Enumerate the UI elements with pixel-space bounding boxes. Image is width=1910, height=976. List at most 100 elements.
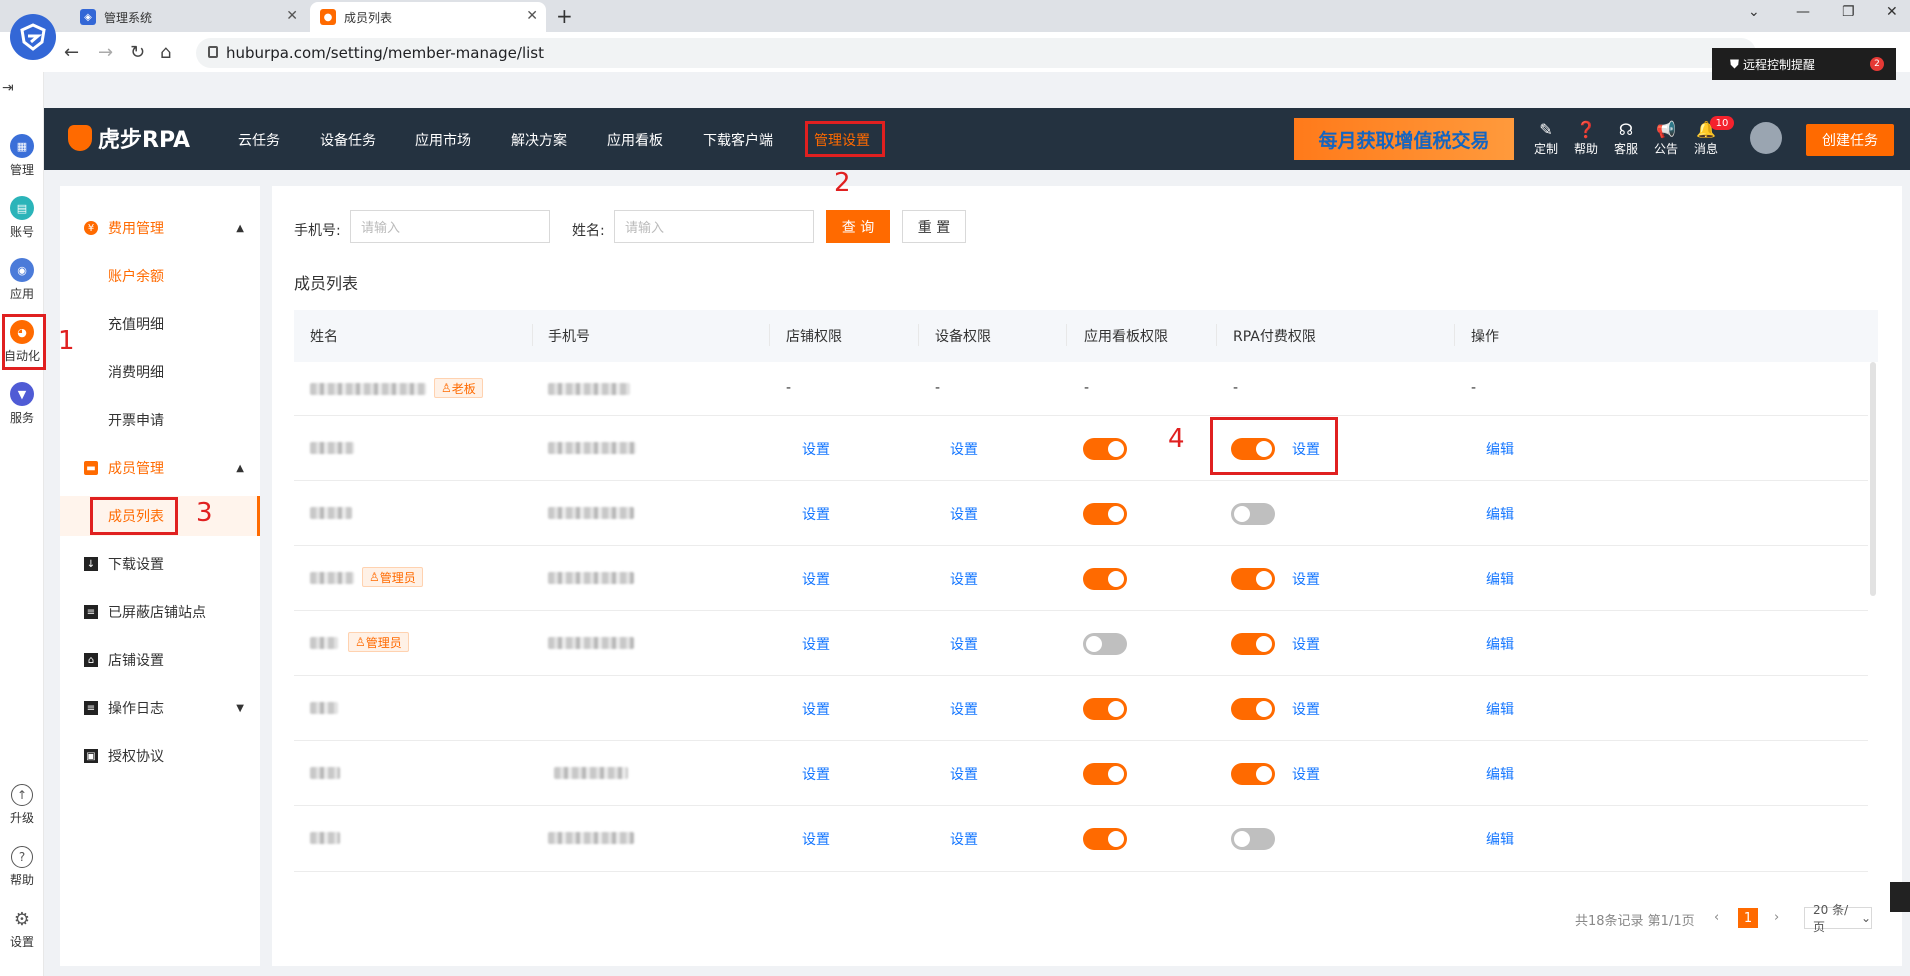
rpa-permission-link[interactable]: 设置 <box>1292 699 1320 719</box>
device-permission-link[interactable]: 设置 <box>950 439 978 459</box>
new-tab-icon[interactable]: + <box>556 4 573 28</box>
rpa-permission-toggle[interactable] <box>1231 503 1275 525</box>
edit-link[interactable]: 编辑 <box>1486 829 1514 849</box>
exit-icon[interactable]: ⇥ <box>2 80 14 96</box>
board-permission-toggle[interactable] <box>1083 438 1127 460</box>
menu-group-members[interactable]: ▬ 成员管理 ▲ <box>60 448 260 488</box>
redacted-phone <box>548 383 630 395</box>
browser-tab-management[interactable]: ◈ 管理系统 ✕ <box>70 2 306 32</box>
shop-permission-link[interactable]: 设置 <box>802 569 830 589</box>
megaphone-icon: 📢 <box>1656 120 1676 139</box>
menu-item-license[interactable]: ▣ 授权协议 <box>60 736 260 776</box>
phone-input[interactable]: 请输入 <box>350 210 550 243</box>
page-size-select[interactable]: 20 条/页 ⌄ <box>1804 903 1872 934</box>
query-button[interactable]: 查 询 <box>826 210 890 243</box>
rail-item-help[interactable]: ? 帮助 <box>0 846 44 888</box>
rail-item-settings[interactable]: ⚙ 设置 <box>0 908 44 950</box>
menu-item-shop-settings[interactable]: ⌂ 店铺设置 <box>60 640 260 680</box>
header-help[interactable]: ❓ 帮助 <box>1571 120 1601 157</box>
board-permission-toggle[interactable] <box>1083 698 1127 720</box>
side-float-button[interactable] <box>1890 882 1910 912</box>
board-permission-toggle[interactable] <box>1083 763 1127 785</box>
device-permission-link[interactable]: 设置 <box>950 829 978 849</box>
shop-permission-link[interactable]: 设置 <box>802 699 830 719</box>
redacted-phone <box>548 507 634 519</box>
nav-cloud-tasks[interactable]: 云任务 <box>238 130 280 150</box>
shop-permission-link[interactable]: 设置 <box>802 439 830 459</box>
rpa-permission-toggle[interactable] <box>1231 568 1275 590</box>
board-permission-toggle[interactable] <box>1083 503 1127 525</box>
url-field[interactable]: huburpa.com/setting/member-manage/list <box>196 38 1756 68</box>
edit-link[interactable]: 编辑 <box>1486 439 1514 459</box>
board-permission-toggle[interactable] <box>1083 633 1127 655</box>
nav-download-client[interactable]: 下载客户端 <box>703 130 773 150</box>
prev-page-icon[interactable]: ‹ <box>1714 910 1719 925</box>
board-permission-toggle[interactable] <box>1083 568 1127 590</box>
browser-tab-member-list[interactable]: ● 成员列表 ✕ <box>310 2 546 32</box>
device-permission-link[interactable]: 设置 <box>950 569 978 589</box>
device-permission-link[interactable]: 设置 <box>950 634 978 654</box>
reset-button[interactable]: 重 置 <box>902 210 966 243</box>
rail-item-service[interactable]: ▼ 服务 <box>0 382 44 426</box>
minimize-icon[interactable]: — <box>1796 4 1810 20</box>
device-permission-link[interactable]: 设置 <box>950 764 978 784</box>
next-page-icon[interactable]: › <box>1774 910 1779 925</box>
menu-item-invoice[interactable]: 开票申请 <box>60 400 260 440</box>
shop-permission-link[interactable]: 设置 <box>802 634 830 654</box>
browser-logo-icon[interactable] <box>10 14 56 60</box>
board-permission-toggle[interactable] <box>1083 828 1127 850</box>
header-customize[interactable]: ✎ 定制 <box>1531 120 1561 157</box>
name-input[interactable]: 请输入 <box>614 210 814 243</box>
nav-app-market[interactable]: 应用市场 <box>415 130 471 150</box>
rail-item-management[interactable]: ▦ 管理 <box>0 134 44 178</box>
menu-item-operation-log[interactable]: ≡ 操作日志 ▼ <box>60 688 260 728</box>
menu-item-blocked-sites[interactable]: ≡ 已屏蔽店铺站点 <box>60 592 260 632</box>
back-icon[interactable]: ← <box>64 42 79 63</box>
header-announcement[interactable]: 📢 公告 <box>1651 120 1681 157</box>
remote-control-notice[interactable]: ⛊ 远程控制提醒 2 <box>1712 48 1896 80</box>
menu-item-recharge[interactable]: 充值明细 <box>60 304 260 344</box>
menu-item-download-settings[interactable]: ↓ 下载设置 <box>60 544 260 584</box>
shop-permission-link[interactable]: 设置 <box>802 504 830 524</box>
close-icon[interactable]: ✕ <box>526 8 538 24</box>
edit-link[interactable]: 编辑 <box>1486 764 1514 784</box>
rpa-permission-toggle[interactable] <box>1231 698 1275 720</box>
rpa-permission-link[interactable]: 设置 <box>1292 634 1320 654</box>
chevron-down-icon[interactable]: ⌄ <box>1748 4 1760 20</box>
edit-link[interactable]: 编辑 <box>1486 504 1514 524</box>
close-window-icon[interactable]: ✕ <box>1886 4 1898 20</box>
menu-group-fees[interactable]: ¥ 费用管理 ▲ <box>60 208 260 248</box>
rpa-permission-link[interactable]: 设置 <box>1292 764 1320 784</box>
rail-item-account[interactable]: ▤ 账号 <box>0 196 44 240</box>
promo-banner[interactable]: 每月获取增值税交易 <box>1294 118 1514 160</box>
edit-link[interactable]: 编辑 <box>1486 699 1514 719</box>
menu-item-account-balance[interactable]: 账户余额 <box>60 256 260 296</box>
rpa-permission-toggle[interactable] <box>1231 828 1275 850</box>
shop-permission-link[interactable]: 设置 <box>802 764 830 784</box>
restore-icon[interactable]: ❐ <box>1842 4 1855 20</box>
rpa-permission-link[interactable]: 设置 <box>1292 569 1320 589</box>
home-icon[interactable]: ⌂ <box>160 42 171 63</box>
shop-permission-link[interactable]: 设置 <box>802 829 830 849</box>
rpa-permission-toggle[interactable] <box>1231 633 1275 655</box>
header-support[interactable]: ☊ 客服 <box>1611 120 1641 157</box>
device-permission-link[interactable]: 设置 <box>950 504 978 524</box>
reload-icon[interactable]: ↻ <box>130 42 145 63</box>
nav-app-board[interactable]: 应用看板 <box>607 130 663 150</box>
close-icon[interactable]: ✕ <box>286 8 298 24</box>
app-logo[interactable]: 虎步RPA <box>68 122 190 154</box>
create-task-button[interactable]: 创建任务 <box>1806 124 1894 156</box>
menu-item-consumption[interactable]: 消费明细 <box>60 352 260 392</box>
page-number-current[interactable]: 1 <box>1738 908 1758 928</box>
rpa-permission-toggle[interactable] <box>1231 763 1275 785</box>
rail-item-upgrade[interactable]: ↑ 升级 <box>0 784 44 826</box>
edit-link[interactable]: 编辑 <box>1486 569 1514 589</box>
nav-solutions[interactable]: 解决方案 <box>511 130 567 150</box>
rail-item-apps[interactable]: ◉ 应用 <box>0 258 44 302</box>
table-scrollbar[interactable] <box>1870 362 1876 596</box>
edit-link[interactable]: 编辑 <box>1486 634 1514 654</box>
nav-device-tasks[interactable]: 设备任务 <box>320 130 376 150</box>
device-permission-link[interactable]: 设置 <box>950 699 978 719</box>
avatar[interactable] <box>1750 122 1782 154</box>
forward-icon[interactable]: → <box>98 42 113 63</box>
